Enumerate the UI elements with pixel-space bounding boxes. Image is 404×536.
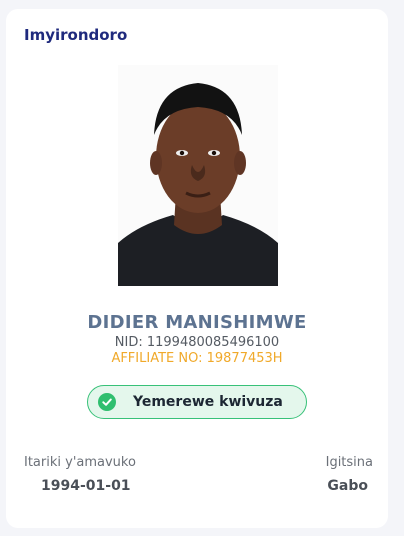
gender-label: Igitsina xyxy=(325,455,373,470)
national-id: NID: 1199480085496100 xyxy=(114,335,280,350)
card-title: Imyirondoro xyxy=(24,26,128,44)
affiliate-number: AFFILIATE NO: 19877453H xyxy=(111,351,283,366)
status-label: Yemerewe kwivuza xyxy=(133,394,283,410)
eligibility-status-badge: Yemerewe kwivuza xyxy=(87,385,307,419)
check-circle-icon xyxy=(98,393,116,411)
gender-value: Gabo xyxy=(327,478,368,494)
profile-photo xyxy=(118,65,278,286)
birth-date-value: 1994-01-01 xyxy=(41,478,131,494)
profile-card: Imyirondoro DIDIER MANISHIMWE NID: 11994… xyxy=(6,9,388,528)
birth-date-label: Itariki y'amavuko xyxy=(24,455,136,470)
person-name: DIDIER MANISHIMWE xyxy=(87,312,307,333)
